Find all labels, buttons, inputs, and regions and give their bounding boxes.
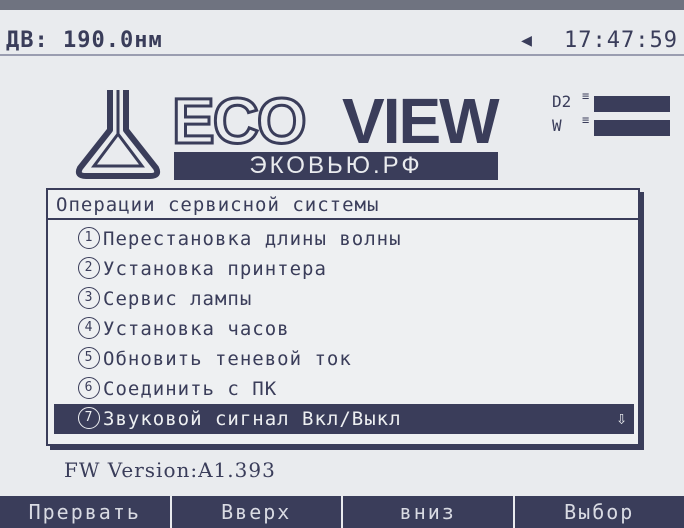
lamp-w: W ≡ — [550, 113, 680, 136]
lamp-w-ticks: ≡ — [582, 113, 590, 127]
menu-item-label: Установка принтера — [103, 258, 327, 280]
menu-item-label: Соединить с ПК — [103, 378, 278, 400]
device-screen: ДВ: 190.0нм ◀ 17:47:59 ECO VIEW ЭКОВЬЮ.Р… — [0, 10, 684, 528]
menu-item-label: Обновить теневой ток — [103, 348, 352, 370]
ecoview-logo: ECO VIEW ЭКОВЬЮ.РФ — [72, 82, 512, 182]
select-softkey[interactable]: Выбор — [514, 496, 684, 528]
lamp-w-label: W — [552, 116, 562, 135]
menu-item-wavelength[interactable]: 1 Перестановка длины волны — [48, 224, 638, 254]
lamp-d2-ticks: ≡ — [582, 89, 590, 103]
lamp-indicators: D2 ≡ W ≡ — [550, 89, 680, 138]
lamp-d2-bar — [594, 96, 670, 112]
menu-item-label: Сервис лампы — [103, 288, 253, 310]
item-number: 7 — [78, 407, 100, 429]
abort-softkey[interactable]: Прервать — [0, 496, 172, 528]
menu-item-clock[interactable]: 4 Установка часов — [48, 314, 638, 344]
menu-title: Операции сервисной системы — [48, 190, 638, 220]
menu-item-pc-connect[interactable]: 6 Соединить с ПК — [48, 374, 638, 404]
menu-item-sound-toggle[interactable]: 7 Звуковой сигнал Вкл/Выкл ⇩ — [54, 404, 634, 434]
lamp-d2: D2 ≡ — [550, 89, 680, 112]
wavelength-readout: ДВ: 190.0нм — [6, 28, 163, 53]
logo-eco-text: ECO — [171, 84, 309, 159]
menu-item-lamp-service[interactable]: 3 Сервис лампы — [48, 284, 638, 314]
lamp-w-bar — [594, 120, 670, 136]
clock: 17:47:59 — [564, 28, 678, 53]
item-number: 4 — [78, 317, 100, 339]
logo-view-text: VIEW — [342, 85, 500, 157]
item-number: 2 — [78, 257, 100, 279]
item-number: 5 — [78, 347, 100, 369]
service-menu: Операции сервисной системы 1 Перестановка… — [46, 188, 640, 446]
arrow-down-icon: ⇩ — [616, 408, 628, 429]
menu-item-label: Звуковой сигнал Вкл/Выкл — [103, 408, 402, 430]
up-softkey[interactable]: Вверх — [171, 496, 343, 528]
softkey-bar: Прервать Вверх вниз Выбор — [0, 496, 684, 528]
menu-item-label: Перестановка длины волны — [103, 228, 402, 250]
speaker-icon: ◀ — [521, 30, 532, 51]
status-divider — [0, 54, 684, 56]
flask-icon — [75, 90, 161, 179]
menu-item-label: Установка часов — [103, 318, 290, 340]
menu-list: 1 Перестановка длины волны 2 Установка при… — [48, 224, 638, 434]
firmware-version: FW Version:A1.393 — [64, 458, 276, 482]
menu-item-dark-current[interactable]: 5 Обновить теневой ток — [48, 344, 638, 374]
item-number: 1 — [78, 227, 100, 249]
menu-item-printer[interactable]: 2 Установка принтера — [48, 254, 638, 284]
item-number: 3 — [78, 287, 100, 309]
logo-domain-text: ЭКОВЬЮ.РФ — [174, 152, 498, 180]
down-softkey[interactable]: вниз — [343, 496, 515, 528]
item-number: 6 — [78, 377, 100, 399]
lamp-d2-label: D2 — [552, 92, 572, 111]
